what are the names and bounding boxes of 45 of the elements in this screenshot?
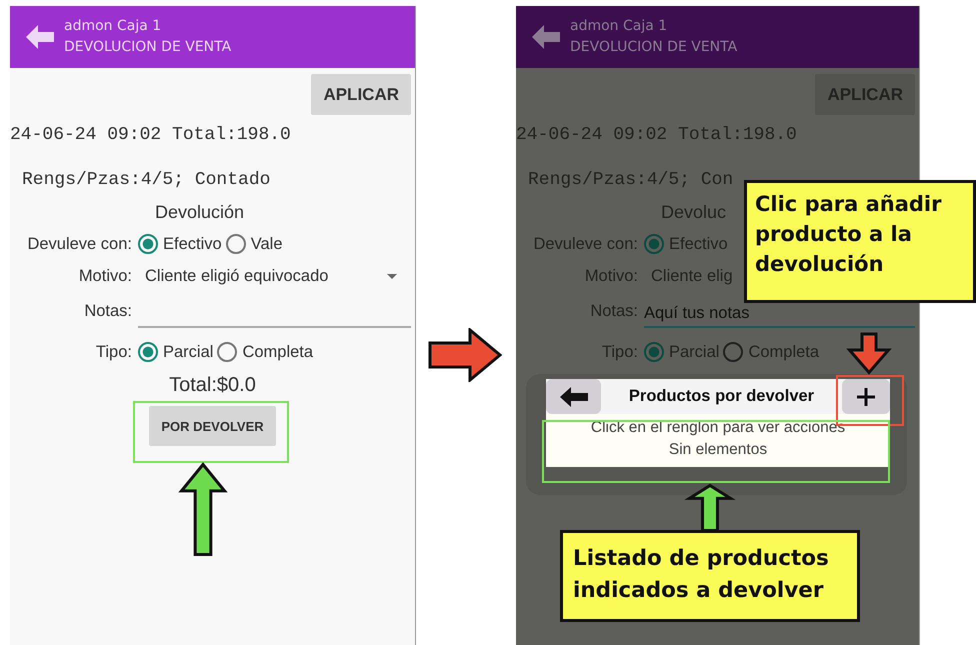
radio-icon[interactable] <box>217 342 238 362</box>
field-label: Notas: <box>589 302 638 320</box>
radio-option[interactable]: Efectivo <box>138 234 222 254</box>
radio-icon[interactable] <box>138 342 158 362</box>
total-text: Total:$0.0 <box>168 373 257 397</box>
back-arrow-icon <box>560 386 588 406</box>
dialog-title: Productos por devolver <box>628 387 816 406</box>
back-arrow-icon[interactable] <box>26 25 54 49</box>
section-title: Devolución <box>155 201 244 223</box>
empty-text: Sin elementos <box>668 441 768 459</box>
radio-option[interactable]: Parcial <box>138 342 214 362</box>
app-subtitle: admon Caja 1 <box>64 18 162 35</box>
items-info: Rengs/Pzas:4/5; Contado <box>22 169 272 191</box>
field-label: Motivo: <box>584 266 638 286</box>
field-label: Motivo: <box>78 266 132 286</box>
callout-note: Listado de productos indicados a devolver <box>560 530 860 622</box>
add-button[interactable] <box>842 379 890 414</box>
radio-icon[interactable] <box>644 234 664 254</box>
field-label: Notas: <box>83 302 132 320</box>
reason-dropdown[interactable]: Cliente eligió equivocado <box>138 266 328 286</box>
field-label: Devuleve con: <box>26 234 132 254</box>
section-title: Devoluc <box>661 201 726 223</box>
back-button[interactable] <box>546 379 601 414</box>
items-info: Rengs/Pzas:4/5; Con <box>528 169 734 191</box>
field-label: Devuleve con: <box>532 234 638 254</box>
radio-icon[interactable] <box>644 342 664 362</box>
callout-note: Clic para añadir producto a la devolución <box>744 180 976 303</box>
radio-icon[interactable] <box>723 342 744 362</box>
radio-option[interactable]: Vale <box>226 234 283 254</box>
app-subtitle: admon Caja 1 <box>570 18 668 35</box>
sale-info: 24-06-24 09:02 Total:198.0 <box>516 124 798 146</box>
pending-button[interactable]: POR DEVOLVER <box>149 406 276 446</box>
radio-icon[interactable] <box>226 234 246 254</box>
radio-option[interactable]: Completa <box>217 342 314 362</box>
app-title: DEVOLUCION DE VENTA <box>570 39 738 56</box>
caret-icon[interactable] <box>387 274 397 278</box>
back-arrow-icon[interactable] <box>532 25 560 49</box>
radio-icon[interactable] <box>138 234 158 254</box>
apply-button[interactable]: APLICAR <box>311 74 411 115</box>
field-label: Tipo: <box>94 342 132 362</box>
plus-icon <box>857 388 875 406</box>
sale-info: 24-06-24 09:02 Total:198.0 <box>10 124 292 146</box>
field-label: Tipo: <box>600 342 638 362</box>
app-title: DEVOLUCION DE VENTA <box>64 39 232 56</box>
down-arrow <box>848 334 890 374</box>
